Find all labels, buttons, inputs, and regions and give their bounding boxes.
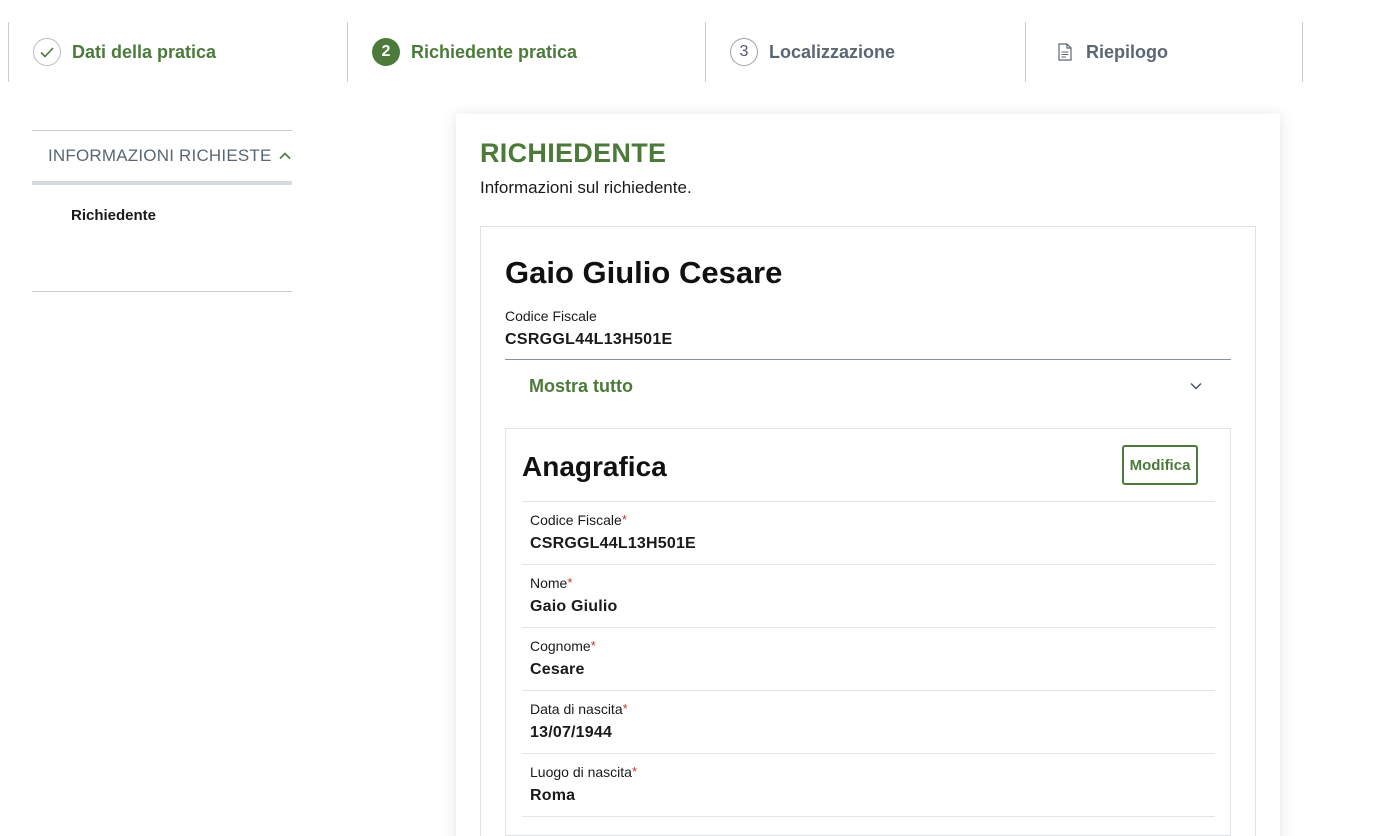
applicant-name: Gaio Giulio Cesare — [505, 255, 783, 290]
step-richiedente-pratica[interactable]: 2 Richiedente pratica — [347, 22, 705, 82]
field-row-cognome: Cognome* Cesare — [522, 628, 1215, 691]
anagrafica-title: Anagrafica — [522, 451, 667, 482]
page-subtitle: Informazioni sul richiedente. — [480, 178, 692, 197]
page-title: RICHIEDENTE — [480, 138, 667, 168]
required-marker: * — [590, 638, 596, 653]
step-number-badge: 3 — [730, 38, 758, 66]
field-value: 13/07/1944 — [530, 724, 613, 741]
codice-fiscale-label: Codice Fiscale — [505, 308, 597, 324]
chevron-down-icon — [1189, 379, 1203, 393]
section-toggle-informazioni-richieste[interactable]: INFORMAZIONI RICHIESTE — [32, 131, 292, 185]
applicant-card: Gaio Giulio Cesare Codice Fiscale CSRGGL… — [480, 226, 1256, 836]
document-icon — [1056, 38, 1074, 66]
codice-fiscale-value: CSRGGL44L13H501E — [505, 331, 673, 348]
modifica-button[interactable]: Modifica — [1122, 445, 1198, 485]
required-marker: * — [622, 701, 628, 716]
main-card: RICHIEDENTE Informazioni sul richiedente… — [456, 114, 1280, 836]
show-all-toggle[interactable]: Mostra tutto — [505, 360, 1231, 412]
field-label: Cognome — [530, 638, 591, 654]
show-all-label: Mostra tutto — [529, 375, 633, 396]
field-label: Data di nascita — [530, 701, 623, 717]
step-label: Riepilogo — [1086, 41, 1168, 62]
step-number-badge: 2 — [372, 38, 400, 66]
field-label: Nome — [530, 575, 568, 591]
step-label: Richiedente pratica — [411, 41, 578, 62]
field-value: Gaio Giulio — [530, 598, 618, 615]
field-row-nome: Nome* Gaio Giulio — [522, 565, 1215, 628]
section-title: INFORMAZIONI RICHIESTE — [48, 146, 272, 165]
step-label: Localizzazione — [769, 41, 896, 62]
step-riepilogo[interactable]: Riepilogo — [1025, 22, 1303, 82]
field-row-luogo-di-nascita: Luogo di nascita* Roma — [522, 754, 1215, 817]
chevron-up-icon — [278, 149, 292, 163]
anagrafica-panel: Anagrafica Modifica Codice Fiscale* CSRG… — [505, 428, 1231, 836]
sidenav-link-richiedente[interactable]: Richiedente — [32, 207, 292, 224]
check-icon — [33, 38, 61, 66]
field-label: Codice Fiscale — [530, 512, 622, 528]
progress-stepper: Dati della pratica 2 Richiedente pratica… — [0, 22, 1386, 82]
field-value: Roma — [530, 787, 576, 804]
side-navigation: INFORMAZIONI RICHIESTE Richiedente — [32, 130, 292, 292]
required-marker: * — [567, 575, 573, 590]
step-localizzazione[interactable]: 3 Localizzazione — [705, 22, 1025, 82]
required-marker: * — [631, 764, 638, 779]
step-label: Dati della pratica — [72, 41, 217, 62]
required-marker: * — [621, 512, 627, 527]
field-row-codice-fiscale: Codice Fiscale* CSRGGL44L13H501E — [522, 502, 1215, 565]
field-value: CSRGGL44L13H501E — [530, 535, 696, 552]
field-value: Cesare — [530, 661, 585, 678]
field-label: Luogo di nascita — [530, 764, 632, 780]
field-row-data-di-nascita: Data di nascita* 13/07/1944 — [522, 691, 1215, 754]
anagrafica-fields: Codice Fiscale* CSRGGL44L13H501E Nome* G… — [522, 501, 1215, 817]
step-dati-della-pratica[interactable]: Dati della pratica — [8, 22, 347, 82]
